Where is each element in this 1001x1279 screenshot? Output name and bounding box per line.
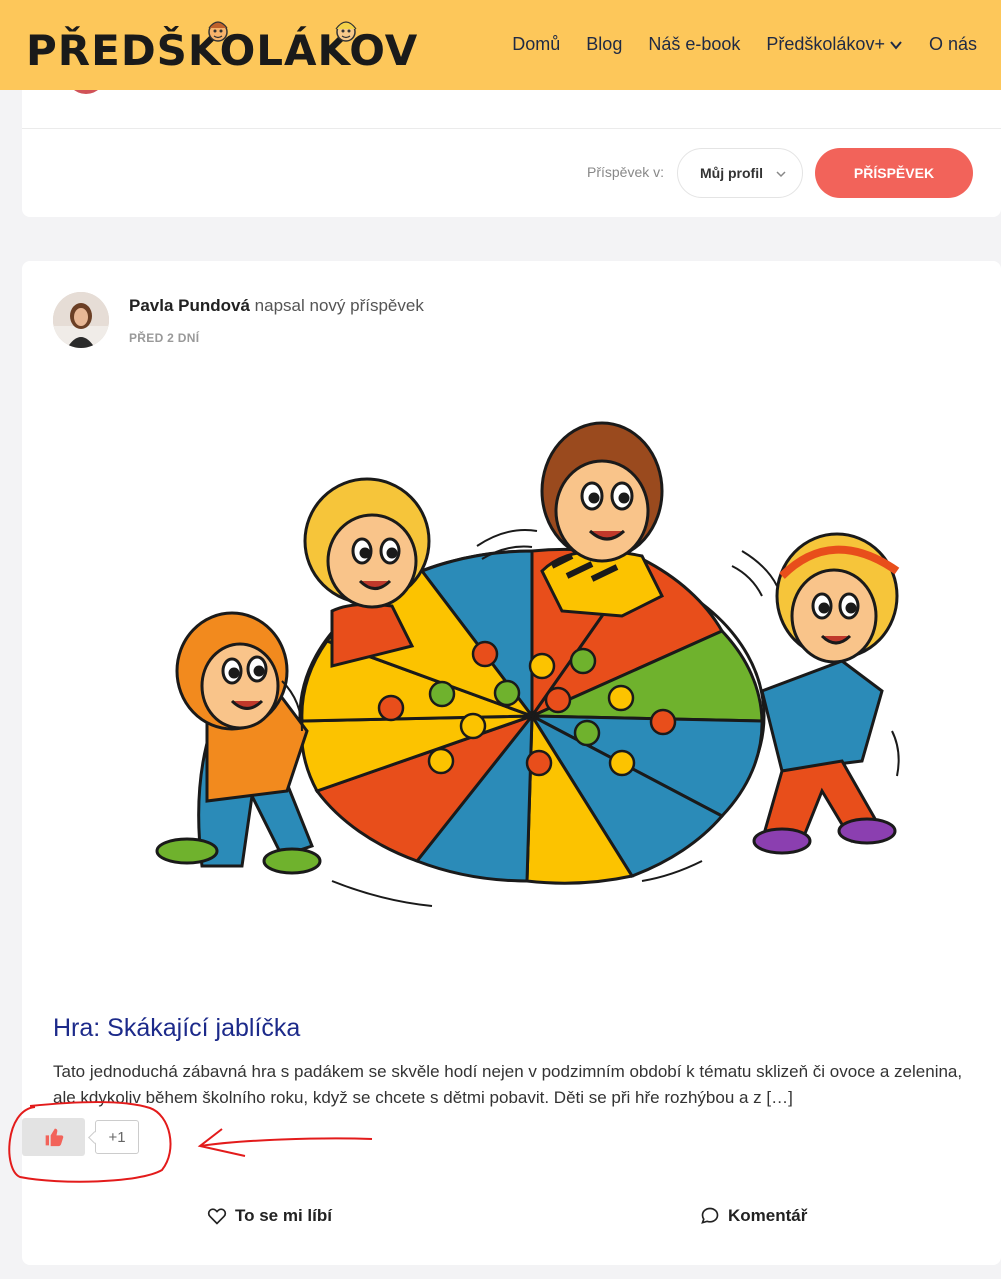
comment-action-label: Komentář — [728, 1206, 808, 1225]
post-title-link[interactable]: Hra: Skákající jablíčka — [53, 1014, 300, 1043]
post-timestamp[interactable]: PŘED 2 DNÍ — [129, 331, 199, 345]
logo-kids-icon — [208, 21, 357, 42]
submit-post-button[interactable]: PŘÍSPĚVEK — [815, 148, 973, 198]
like-button[interactable] — [22, 1118, 85, 1156]
author-action: napsal nový příspěvek — [254, 296, 424, 315]
nav-item-about[interactable]: O nás — [929, 34, 977, 55]
thumbs-up-icon — [45, 1128, 63, 1147]
author-line: Pavla Pundová napsal nový příspěvek — [129, 296, 424, 316]
post-in-label: Příspěvek v: — [587, 164, 665, 180]
nav-item-blog[interactable]: Blog — [586, 34, 622, 55]
like-action-label: To se mi líbí — [235, 1206, 332, 1225]
author-name[interactable]: Pavla Pundová — [129, 296, 250, 315]
heart-icon — [207, 1208, 227, 1225]
activity-post-card: Pavla Pundová napsal nový příspěvek PŘED… — [22, 261, 1001, 1265]
chevron-down-icon — [776, 171, 786, 178]
composer-divider — [22, 128, 1001, 129]
nav-item-plus-label: Předškolákov+ — [766, 34, 885, 54]
post-in-select[interactable]: Můj profil — [677, 148, 803, 198]
like-count-badge: +1 — [95, 1120, 139, 1154]
comment-bubble-icon — [701, 1207, 719, 1224]
post-excerpt: Tato jednoduchá zábavná hra s padákem se… — [53, 1062, 963, 1107]
author-avatar[interactable] — [53, 292, 109, 348]
like-action-button[interactable]: To se mi líbí — [207, 1206, 332, 1226]
nav-item-ebook[interactable]: Náš e-book — [648, 34, 740, 55]
author-photo — [53, 292, 109, 348]
site-header: PŘEDŠKOLÁKOV Domů Blog Náš e-book Předšk… — [0, 0, 1001, 90]
chevron-down-icon — [890, 40, 902, 50]
nav-item-home[interactable]: Domů — [512, 34, 560, 55]
post-in-select-value: Můj profil — [700, 165, 763, 181]
comment-action-button[interactable]: Komentář — [700, 1206, 807, 1226]
post-featured-image[interactable] — [122, 401, 922, 931]
nav-item-plus[interactable]: Předškolákov+ — [766, 34, 903, 55]
main-nav: Domů Blog Náš e-book Předškolákov+ O nás — [486, 34, 977, 55]
